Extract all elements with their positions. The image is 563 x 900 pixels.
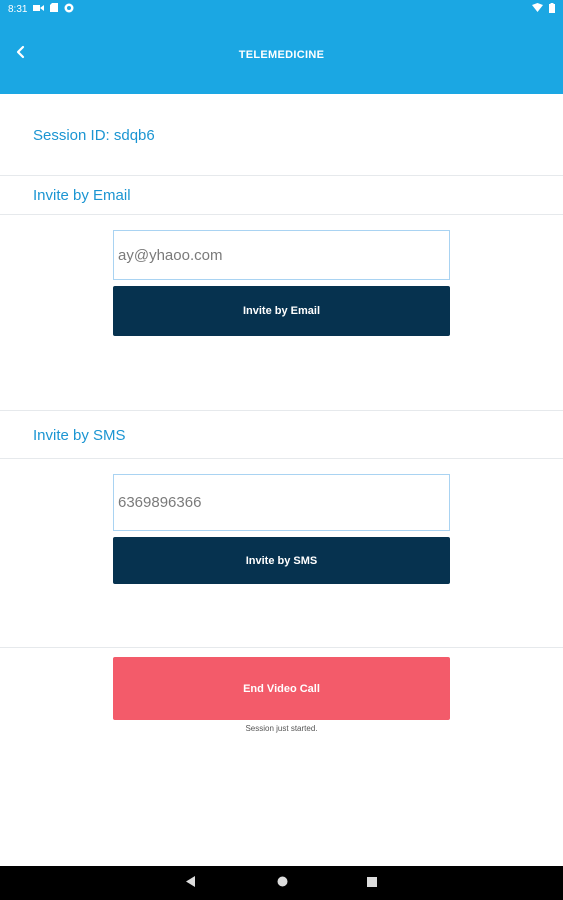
divider — [0, 647, 563, 648]
sd-card-icon — [50, 3, 59, 15]
status-bar-right — [532, 2, 555, 16]
session-status-text: Session just started. — [245, 724, 318, 733]
recents-square-icon — [367, 874, 377, 892]
app-bar: TELEMEDICINE — [0, 18, 563, 94]
end-video-call-button[interactable]: End Video Call — [113, 657, 450, 720]
app-notification-icon — [64, 3, 74, 16]
invite-sms-button[interactable]: Invite by SMS — [113, 537, 450, 584]
battery-icon — [549, 2, 555, 16]
back-triangle-icon — [186, 874, 196, 892]
status-bar: 8:31 — [0, 0, 563, 18]
video-call-icon — [33, 4, 45, 15]
invite-email-heading: Invite by Email — [33, 187, 131, 204]
invite-email-button-label: Invite by Email — [242, 305, 321, 317]
status-time: 8:31 — [8, 3, 28, 15]
phone-input[interactable] — [113, 474, 450, 531]
divider — [0, 175, 563, 176]
page-title: TELEMEDICINE — [238, 49, 325, 61]
nav-home-button[interactable] — [262, 866, 302, 900]
invite-email-button[interactable]: Invite by Email — [113, 286, 450, 336]
divider — [0, 458, 563, 459]
nav-recents-button[interactable] — [352, 866, 392, 900]
email-input[interactable] — [113, 230, 450, 280]
home-circle-icon — [277, 874, 288, 892]
system-navigation-bar — [0, 866, 563, 900]
divider — [0, 410, 563, 411]
invite-sms-button-label: Invite by SMS — [245, 554, 318, 567]
wifi-icon — [532, 3, 543, 15]
divider — [0, 214, 563, 215]
status-bar-left: 8:31 — [8, 3, 74, 16]
end-video-call-label: End Video Call — [243, 682, 320, 695]
session-id-label: Session ID: sdqb6 — [33, 127, 155, 144]
nav-back-button[interactable] — [171, 866, 211, 900]
invite-sms-heading: Invite by SMS — [33, 427, 126, 444]
